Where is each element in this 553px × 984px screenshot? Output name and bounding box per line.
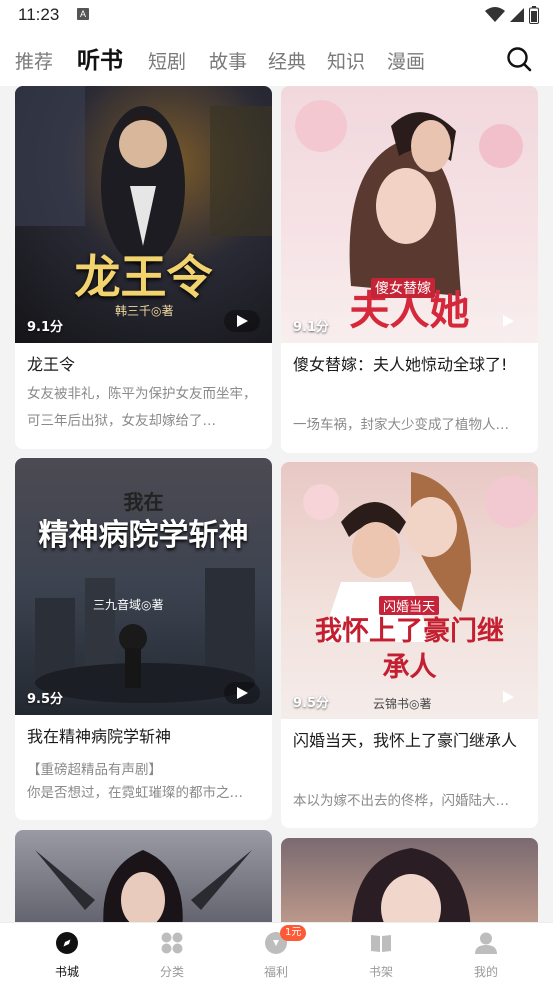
nav-label: 福利	[263, 965, 288, 979]
status-time: 11:23	[18, 5, 60, 24]
bottom-navigation: 书城 分类 1元 福利 书架 我的	[0, 922, 553, 984]
nav-label: 书城	[54, 965, 79, 979]
tab-classic[interactable]: 经典	[268, 47, 306, 74]
search-icon[interactable]	[505, 45, 533, 73]
book-title: 闪婚当天，我怀上了豪门继承人	[293, 731, 518, 750]
book-cover: 我在 精神病院学斩神 三九音域◎著	[15, 458, 272, 715]
nav-item-profile[interactable]: 我的	[446, 923, 526, 984]
tab-audiobook[interactable]: 听书	[77, 41, 123, 75]
book-cover: 夫人她 傻女替嫁	[281, 86, 538, 343]
signal-icon	[510, 8, 524, 22]
play-icon	[237, 315, 248, 327]
cover-author: 三九音域◎著	[93, 598, 164, 612]
tab-knowledge[interactable]: 知识	[327, 47, 365, 74]
rating: 9.1分	[27, 320, 64, 335]
rating: 9.5分	[293, 696, 330, 711]
grid-icon	[161, 932, 183, 954]
book-cover: 龙王令 韩三千◎著	[15, 86, 272, 343]
book-title: 我在精神病院学斩神	[27, 727, 172, 746]
tab-comic[interactable]: 漫画	[387, 47, 425, 74]
book-description: 本以为嫁不出去的佟桦，闪婚陆大…	[293, 793, 509, 809]
nav-label: 我的	[473, 965, 498, 979]
book-title: 龙王令	[27, 355, 76, 374]
tab-recommend[interactable]: 推荐	[15, 47, 53, 74]
cover-author: 韩三千◎著	[115, 304, 174, 318]
category-tabs: 推荐 听书 短剧 故事 经典 知识 漫画	[0, 30, 553, 86]
nav-item-bookshelf[interactable]: 书架	[341, 923, 421, 984]
cover-title: 我怀上了豪门继承人	[315, 616, 504, 683]
cover-subtitle: 傻女替嫁	[371, 278, 435, 298]
cover-subtitle: 我在	[123, 490, 164, 514]
play-button[interactable]	[490, 310, 526, 332]
book-description: 你是否想过，在霓虹璀璨的都市之…	[27, 785, 243, 801]
book-title: 傻女替嫁：夫人她惊动全球了!	[293, 355, 508, 374]
nav-label: 分类	[159, 965, 184, 979]
book-description: 女友被非礼，陈平为保护女友而坐牢，可三年后出狱，女友却嫁给了…	[27, 386, 257, 429]
rating: 9.5分	[27, 692, 64, 707]
cover-title: 精神病院学斩神	[38, 518, 249, 553]
tab-story[interactable]: 故事	[209, 47, 247, 74]
book-icon	[371, 935, 391, 952]
play-button[interactable]	[490, 686, 526, 708]
play-button[interactable]	[224, 682, 260, 704]
nav-item-category[interactable]: 分类	[132, 923, 212, 984]
cover-title: 龙王令	[74, 250, 213, 304]
notification-a-icon: A	[77, 8, 89, 20]
status-icons	[485, 6, 539, 24]
cover-subtitle: 闪婚当天	[379, 596, 440, 615]
status-bar: 11:23 A	[0, 0, 553, 30]
cover-author: 云锦书◎著	[373, 697, 432, 711]
play-icon	[237, 687, 248, 699]
book-description: 一场车祸，封家大少变成了植物人…	[293, 417, 509, 433]
book-card[interactable]: 龙王令 韩三千◎著 9.1分 龙王令 女友被非礼，陈平为保护女友而坐牢，可三年后…	[15, 86, 272, 449]
wifi-icon	[485, 7, 505, 22]
nav-item-welfare[interactable]: 1元 福利	[236, 923, 316, 984]
compass-icon	[56, 932, 78, 954]
user-icon	[475, 932, 497, 954]
book-card[interactable]: 闪婚当天 我怀上了豪门继承人 云锦书◎著 9.5分 闪婚当天，我怀上了豪门继承人…	[281, 462, 538, 828]
nav-label: 书架	[368, 965, 393, 979]
rating: 9.1分	[293, 320, 330, 335]
play-icon	[503, 691, 514, 703]
play-icon	[503, 315, 514, 327]
battery-icon	[529, 6, 539, 24]
book-card[interactable]: 夫人她 傻女替嫁 9.1分 傻女替嫁：夫人她惊动全球了! 一场车祸，封家大少变成…	[281, 86, 538, 453]
book-tag: 【重磅超精品有声剧】	[27, 762, 162, 778]
book-card[interactable]: 我在 精神病院学斩神 三九音域◎著 9.5分 我在精神病院学斩神 【重磅超精品有…	[15, 458, 272, 820]
tab-short-drama[interactable]: 短剧	[148, 47, 186, 74]
nav-badge: 1元	[280, 925, 307, 941]
book-cover: 闪婚当天 我怀上了豪门继承人 云锦书◎著	[281, 462, 538, 719]
nav-item-bookstore[interactable]: 书城	[27, 923, 107, 984]
play-button[interactable]	[224, 310, 260, 332]
